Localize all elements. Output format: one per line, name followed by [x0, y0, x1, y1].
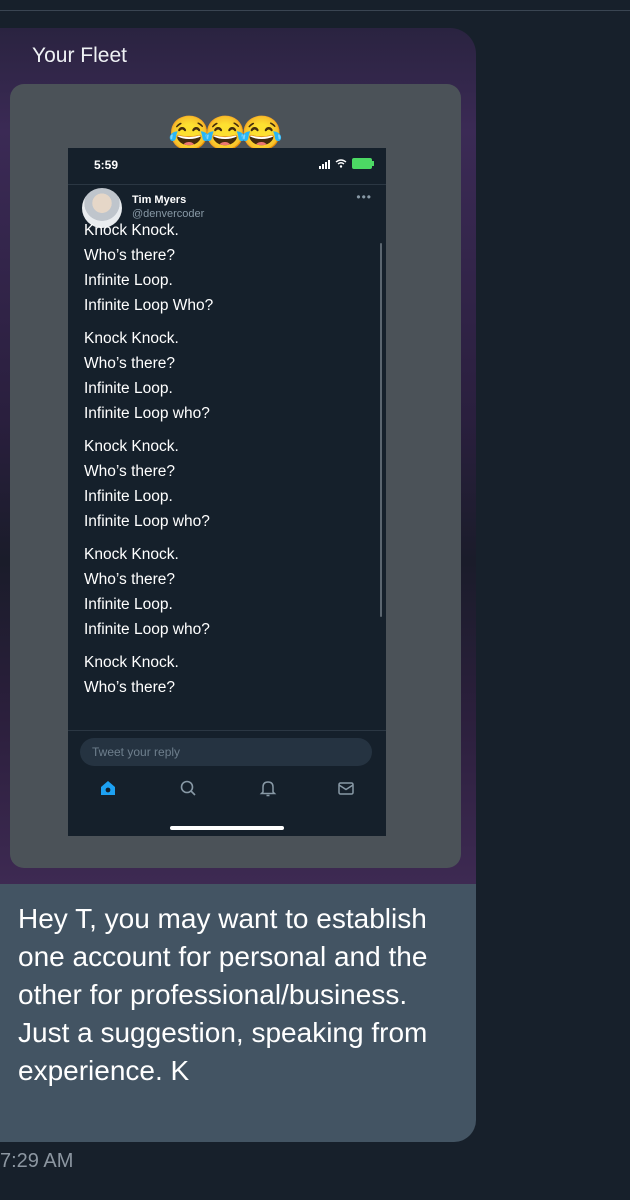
tweet-stanza: Knock Knock. Who’s there? Infinite Loop. In… — [84, 218, 364, 318]
tweet-body: Knock Knock. Who’s there? Infinite Loop. In… — [84, 218, 364, 708]
battery-icon — [352, 158, 374, 169]
tweet-line: Who’s there? — [84, 679, 176, 696]
tweet-line: Infinite Loop who? — [84, 405, 210, 422]
scrollbar — [380, 243, 382, 617]
top-divider — [0, 10, 630, 11]
mail-icon — [334, 776, 358, 800]
author-name: Tim Myers — [132, 194, 187, 206]
message-bubble[interactable]: Hey T, you may want to establish one acc… — [0, 884, 476, 1142]
tweet-stanza: Knock Knock. Who’s there? Infinite Loop. In… — [84, 434, 364, 534]
tweet-line: Infinite Loop. — [84, 596, 173, 613]
tweet-line: Knock Knock. — [84, 546, 179, 563]
wifi-icon — [335, 159, 347, 168]
tab-bar — [68, 776, 386, 806]
fleet-title: Your Fleet — [32, 44, 127, 67]
home-icon — [96, 776, 120, 800]
home-indicator — [170, 826, 284, 830]
status-bar: 5:59 — [68, 148, 386, 184]
search-icon — [176, 776, 200, 800]
fleet-card[interactable]: Your Fleet 😂😂😂 5:59 Tim Myers @denvercod… — [0, 28, 476, 888]
tweet-line: Knock Knock. — [84, 330, 179, 347]
message-text: Hey T, you may want to establish one acc… — [18, 903, 428, 1086]
tweet-line: Knock Knock. — [84, 654, 179, 671]
tweet-line: Infinite Loop who? — [84, 621, 210, 638]
tweet-line: Infinite Loop. — [84, 272, 173, 289]
tweet-line: Knock Knock. — [84, 438, 179, 455]
tweet-line: Infinite Loop. — [84, 380, 173, 397]
more-icon: ••• — [356, 190, 372, 204]
signal-icon — [319, 159, 330, 169]
tweet-stanza: Knock Knock. Who’s there? — [84, 650, 364, 700]
bell-icon — [256, 776, 280, 800]
header-divider — [68, 184, 386, 185]
tweet-line: Who’s there? — [84, 355, 176, 372]
tweet-line: Infinite Loop who? — [84, 513, 210, 530]
reply-divider — [68, 730, 386, 731]
status-icons — [319, 158, 374, 169]
tweet-line: Infinite Loop Who? — [84, 297, 214, 314]
phone-screen: 5:59 Tim Myers @denvercoder ••• Knock Kn… — [68, 148, 386, 836]
tweet-stanza: Knock Knock. Who’s there? Infinite Loop. In… — [84, 542, 364, 642]
tweet-line: Who’s there? — [84, 247, 176, 264]
status-time: 5:59 — [94, 158, 119, 172]
shared-screenshot[interactable]: 😂😂😂 5:59 Tim Myers @denvercoder ••• Knoc… — [10, 84, 461, 868]
tweet-line: Knock Knock. — [84, 222, 179, 239]
tweet-line: Who’s there? — [84, 463, 176, 480]
tweet-stanza: Knock Knock. Who’s there? Infinite Loop. In… — [84, 326, 364, 426]
tweet-line: Infinite Loop. — [84, 488, 173, 505]
message-timestamp: 7:29 AM — [0, 1150, 74, 1172]
tweet-line: Who’s there? — [84, 571, 176, 588]
reply-input: Tweet your reply — [80, 738, 372, 766]
